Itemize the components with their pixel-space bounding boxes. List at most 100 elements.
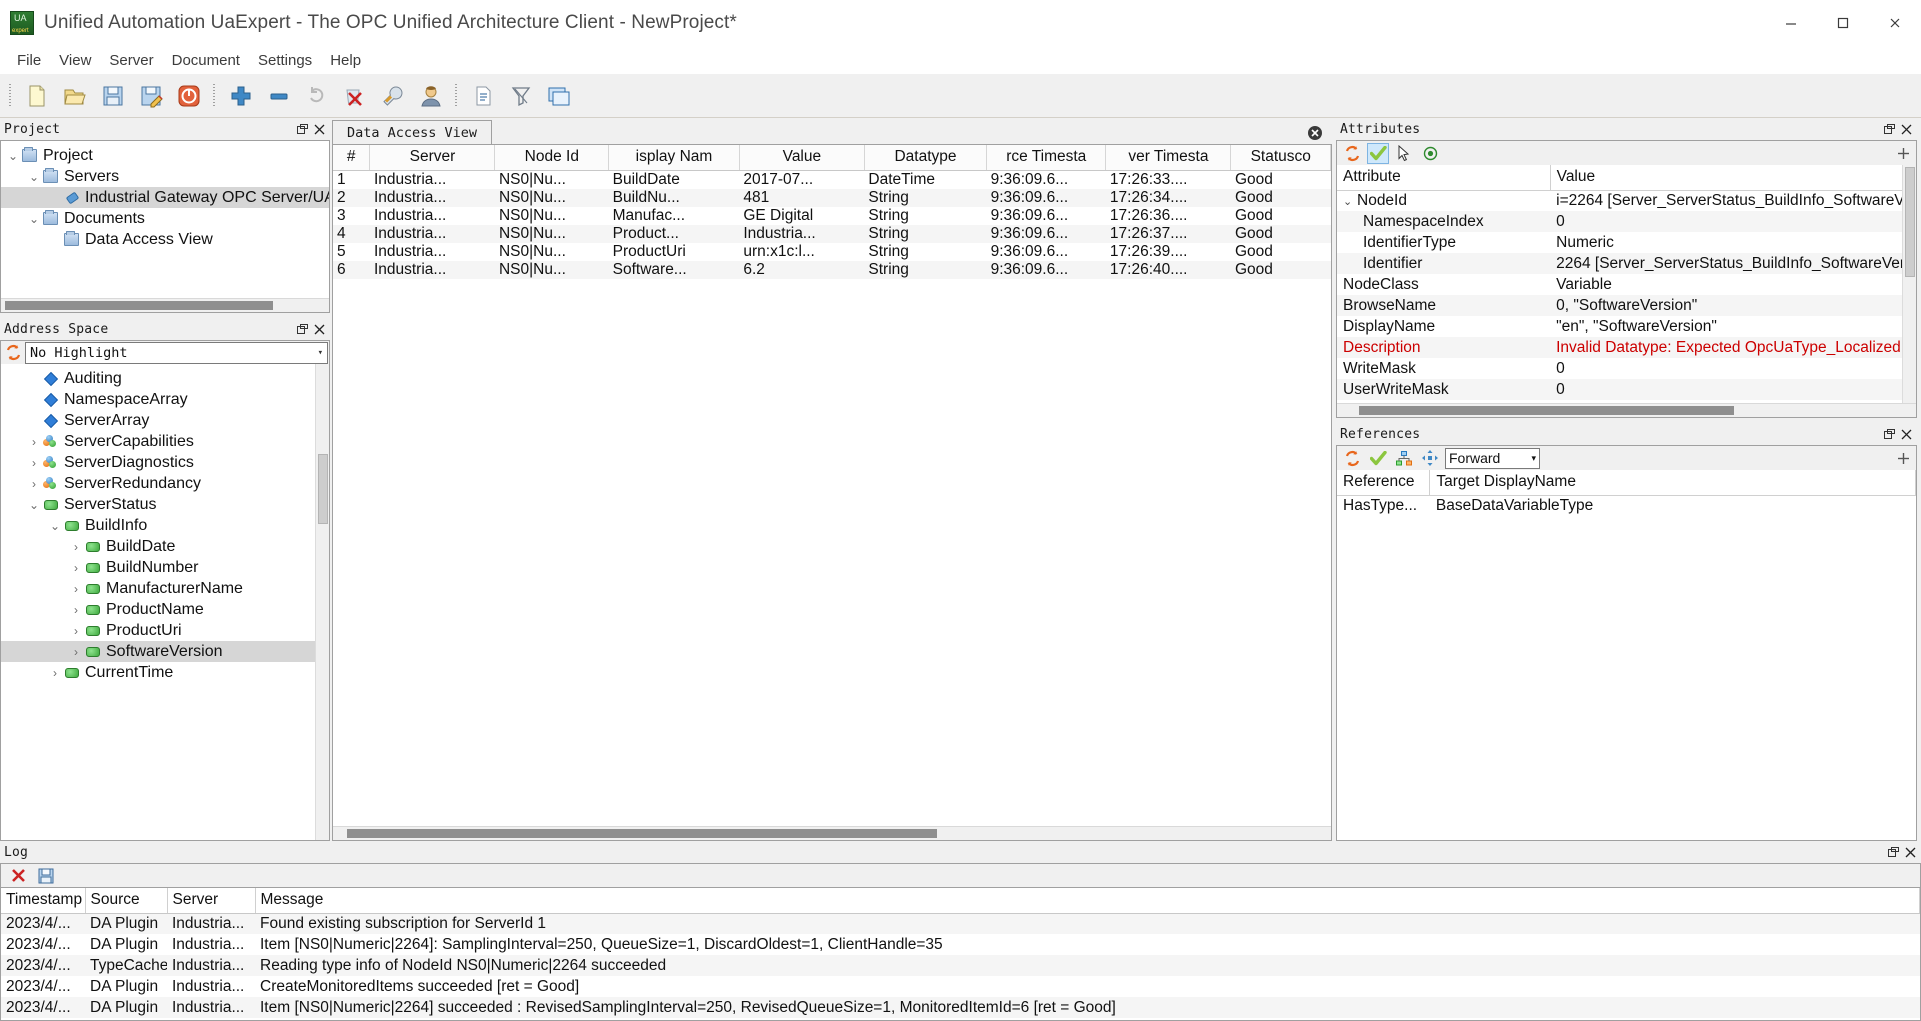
table-row[interactable]: 6 Industria... NS0|Nu... Software... 6.2 Stri… [333,260,1331,279]
save-disk-icon[interactable] [35,865,57,886]
reconnect-icon[interactable] [299,78,335,114]
tree-item-producturi[interactable]: › ProductUri [1,620,329,641]
tab-data-access-view[interactable]: Data Access View [332,120,493,144]
tree-item-buildinfo[interactable]: ⌄ BuildInfo [1,515,329,536]
log-column-header[interactable]: Source [85,888,168,914]
chevron-right-icon[interactable]: › [26,456,42,470]
document-hscrollbar[interactable] [333,826,1331,840]
reference-row[interactable]: HasType... BaseDataVariableType [1337,495,1916,516]
table-row[interactable]: 2 Industria... NS0|Nu... BuildNu... 481 Strin… [333,188,1331,207]
validate-check-icon[interactable] [1367,448,1389,469]
add-server-icon[interactable] [223,78,259,114]
log-table[interactable]: Timestamp Source Server Message 2023/4/... DA… [1,888,1920,1018]
maximize-button[interactable] [1817,0,1869,46]
menu-help[interactable]: Help [321,49,370,72]
tree-item-builddate[interactable]: › BuildDate [1,536,329,557]
menu-view[interactable]: View [50,49,100,72]
delete-red-x-icon[interactable] [337,78,373,114]
toolbar-grip[interactable] [7,83,15,109]
close-circle-icon[interactable] [1306,124,1324,142]
close-icon[interactable] [1903,845,1917,859]
log-row[interactable]: 2023/4/... DA Plugin Industria... Item [NS0… [1,997,1920,1018]
attributes-hscrollbar[interactable] [1337,403,1916,417]
chevron-right-icon[interactable]: › [68,561,84,575]
log-row[interactable]: 2023/4/... DA Plugin Industria... Item [NS0… [1,934,1920,955]
close-icon[interactable] [312,122,326,136]
chevron-right-icon[interactable]: › [26,435,42,449]
float-icon[interactable] [1882,122,1896,136]
grid-column-header[interactable]: # [333,145,371,171]
grid-column-header[interactable]: isplay Nam [608,145,740,171]
attribute-row[interactable]: NamespaceIndex 0 [1337,211,1916,232]
chevron-down-icon[interactable]: ⌄ [5,149,21,163]
clear-red-x-icon[interactable] [7,865,29,886]
attribute-row[interactable]: DisplayName "en", "SoftwareVersion" [1337,316,1916,337]
tree-item-buildnumber[interactable]: › BuildNumber [1,557,329,578]
tree-item-servercapabilities[interactable]: › ServerCapabilities [1,431,329,452]
minimize-button[interactable] [1765,0,1817,46]
grid-column-header[interactable]: Server [369,145,496,171]
close-icon[interactable] [312,322,326,336]
log-column-header[interactable]: Server [167,888,256,914]
attribute-row[interactable]: UserWriteMask 0 [1337,379,1916,400]
tree-item-currenttime[interactable]: › CurrentTime [1,662,329,683]
log-row[interactable]: 2023/4/... TypeCache Industria... Reading t… [1,955,1920,976]
close-icon[interactable] [1899,427,1913,441]
save-project-icon[interactable] [95,78,131,114]
table-row[interactable]: 5 Industria... NS0|Nu... ProductUri urn:x1c:… [333,243,1331,261]
log-column-header[interactable]: Message [255,888,1920,914]
add-icon[interactable] [1894,144,1912,162]
log-column-header[interactable]: Timestamp [1,888,86,914]
chevron-right-icon[interactable]: › [26,477,42,491]
menu-file[interactable]: File [8,49,50,72]
chevron-right-icon[interactable]: › [68,603,84,617]
grid-column-header[interactable]: Statusco [1230,145,1331,171]
validate-check-icon[interactable] [1367,142,1389,164]
float-icon[interactable] [295,322,309,336]
hierarchy-icon[interactable] [1393,448,1415,469]
float-icon[interactable] [295,122,309,136]
float-icon[interactable] [1882,427,1896,441]
attribute-row[interactable]: Description Invalid Datatype: Expected Op… [1337,337,1916,358]
table-row[interactable]: 4 Industria... NS0|Nu... Product... Industri… [333,224,1331,243]
tree-item-productname[interactable]: › ProductName [1,599,329,620]
data-access-grid[interactable]: # Server Node Id isplay Nam Value Datatype rce… [333,145,1331,279]
remove-server-icon[interactable] [261,78,297,114]
address-space-vscrollbar[interactable] [315,364,329,840]
attributes-column-header[interactable]: Attribute [1337,165,1551,191]
chevron-right-icon[interactable]: › [47,666,63,680]
chevron-down-icon[interactable]: ⌄ [26,498,42,512]
menu-settings[interactable]: Settings [249,49,321,72]
attributes-vscrollbar[interactable] [1902,165,1916,417]
chevron-down-icon[interactable]: ⌄ [1343,195,1357,208]
menu-document[interactable]: Document [163,49,249,72]
attribute-row[interactable]: BrowseName 0, "SoftwareVersion" [1337,295,1916,316]
tree-item-serverdiagnostics[interactable]: › ServerDiagnostics [1,452,329,473]
toolbar-grip-3[interactable] [453,83,461,109]
grid-column-header[interactable]: Datatype [864,145,988,171]
table-row[interactable]: 3 Industria... NS0|Nu... Manufac... GE Digit… [333,207,1331,225]
menu-server[interactable]: Server [100,49,162,72]
toolbar-grip-2[interactable] [211,83,219,109]
table-row[interactable]: 1 Industria... NS0|Nu... BuildDate 2017-07..… [333,170,1331,189]
tree-item-manufacturername[interactable]: › ManufacturerName [1,578,329,599]
references-column-header[interactable]: Reference [1337,470,1431,496]
user-identity-icon[interactable] [413,78,449,114]
configure-wrench-icon[interactable] [375,78,411,114]
grid-column-header[interactable]: Value [739,145,865,171]
attributes-column-header[interactable]: Value [1550,165,1916,191]
document-new-icon[interactable] [465,78,501,114]
attribute-row[interactable]: NodeClass Variable [1337,274,1916,295]
attribute-row[interactable]: WriteMask 0 [1337,358,1916,379]
chevron-right-icon[interactable]: › [68,540,84,554]
attributes-table[interactable]: Attribute Value ⌄ NodeId i=2264 [Server_Serv… [1337,165,1916,400]
chevron-down-icon[interactable]: ⌄ [26,212,42,226]
tree-item-softwareversion[interactable]: › SoftwareVersion [1,641,329,662]
log-row[interactable]: 2023/4/... DA Plugin Industria... CreateMon… [1,976,1920,997]
tree-item-serverstatus[interactable]: ⌄ ServerStatus [1,494,329,515]
attribute-row[interactable]: IdentifierType Numeric [1337,232,1916,253]
chevron-down-icon[interactable]: ⌄ [47,519,63,533]
tree-item-serverarray[interactable]: ServerArray [1,410,329,431]
record-target-icon[interactable] [1419,143,1441,164]
close-button[interactable] [1869,0,1921,46]
